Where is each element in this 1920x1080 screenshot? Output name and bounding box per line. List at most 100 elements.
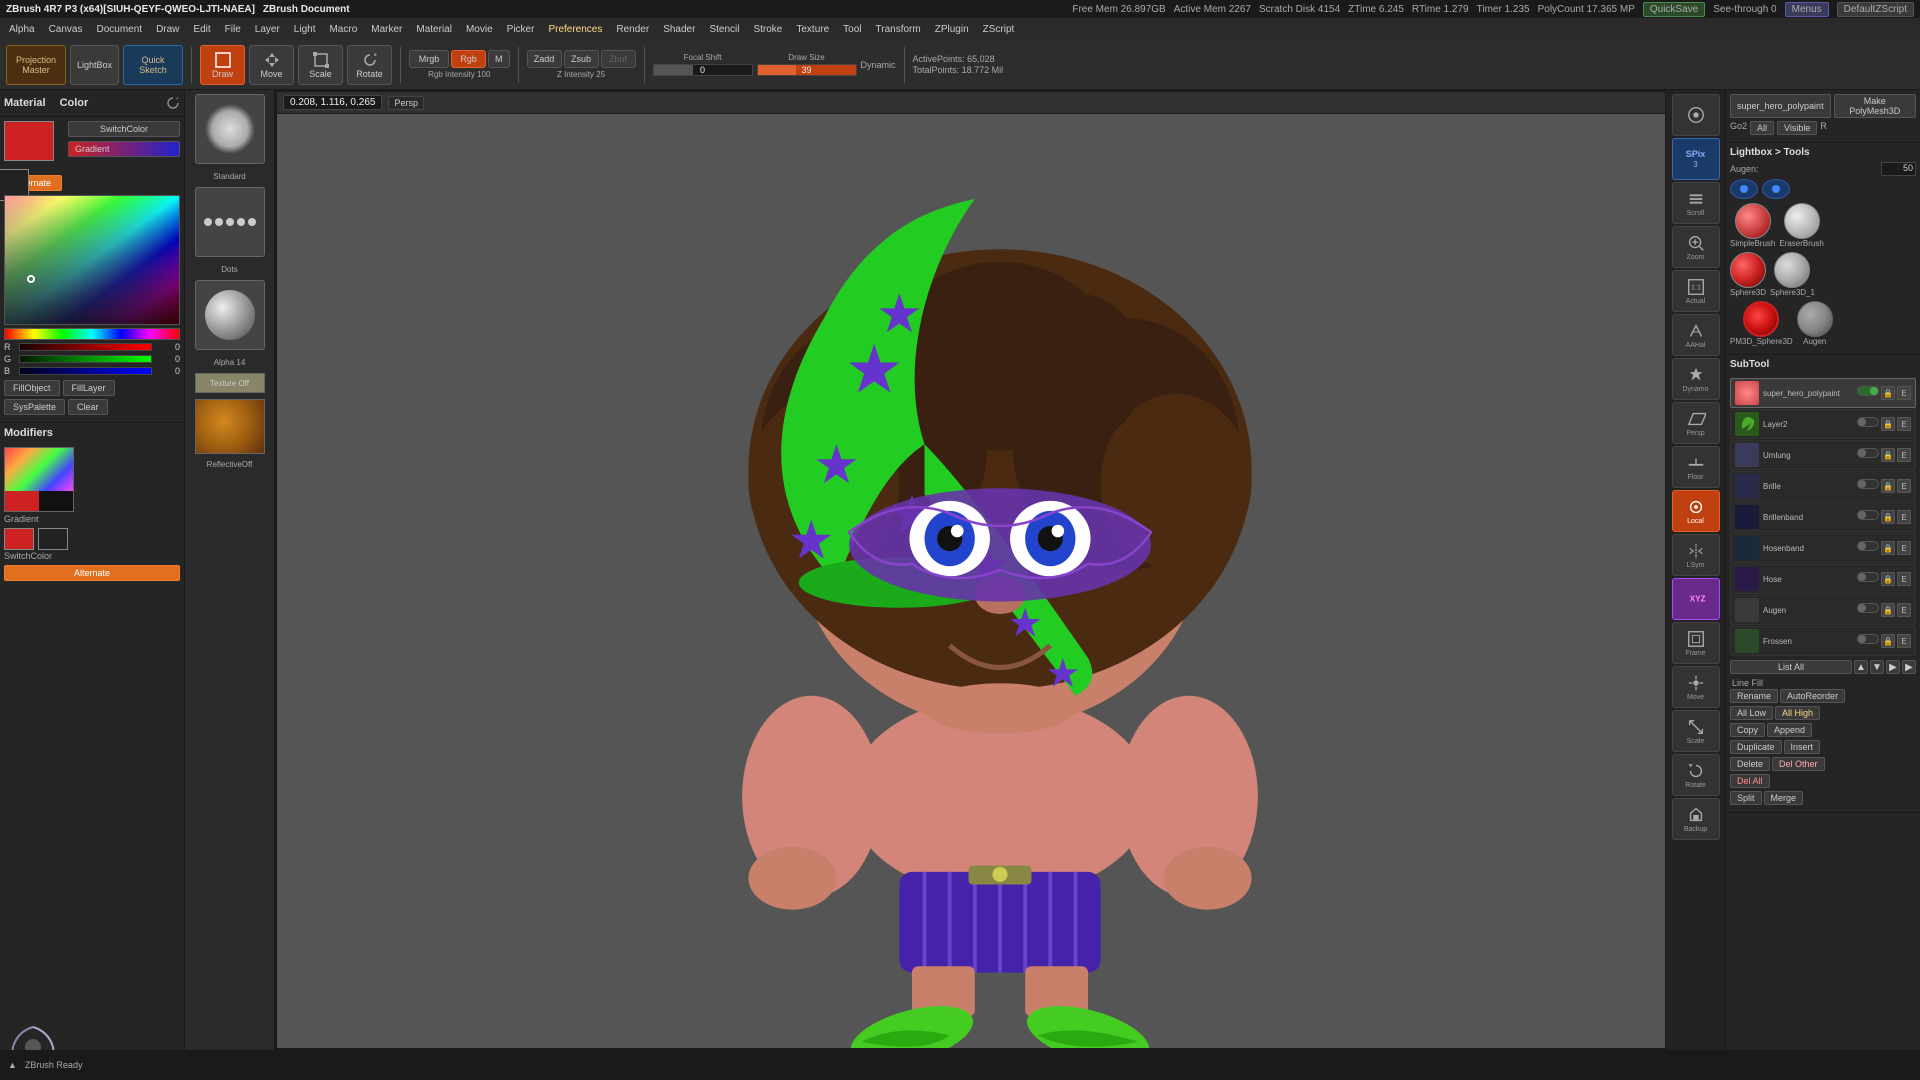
tool-scroll[interactable]: Scroll (1672, 182, 1720, 224)
tool-spix[interactable]: SPix 3 (1672, 138, 1720, 180)
subtool-lock-hosenband[interactable]: 🔒 (1881, 541, 1895, 555)
red-slider[interactable] (19, 343, 152, 351)
eye-btn-1[interactable] (1730, 179, 1758, 199)
subtool-e-layer2[interactable]: E (1897, 417, 1911, 431)
menu-zplugin[interactable]: ZPlugin (930, 22, 974, 37)
subtool-lock-brillenband[interactable]: 🔒 (1881, 510, 1895, 524)
tool-xyz[interactable]: XYZ (1672, 578, 1720, 620)
list-all-btn[interactable]: List All (1730, 660, 1852, 674)
subtool-item-hero[interactable]: super_hero_polypaint 🔒 E (1730, 378, 1916, 408)
list-right-arrow[interactable]: ▶ (1886, 660, 1900, 674)
subtool-lock-frossen[interactable]: 🔒 (1881, 634, 1895, 648)
color-picker[interactable] (4, 195, 180, 325)
reflective-texture[interactable] (195, 399, 265, 454)
focal-slider[interactable]: 0 (653, 64, 753, 76)
subtool-item-layer2[interactable]: Layer2 🔒 E (1730, 409, 1916, 439)
tool-rotate2[interactable]: Rotate (1672, 754, 1720, 796)
menu-transform[interactable]: Transform (871, 22, 926, 37)
tool-zoom[interactable]: Zoom (1672, 226, 1720, 268)
subtool-toggle-frossen[interactable] (1857, 634, 1879, 644)
tool-scale2[interactable]: Scale (1672, 710, 1720, 752)
subtool-toggle-umlung[interactable] (1857, 448, 1879, 458)
tool-standard[interactable] (1672, 94, 1720, 136)
list-up-arrow[interactable]: ▲ (1854, 660, 1868, 674)
subtool-item-augen[interactable]: Augen 🔒 E (1730, 595, 1916, 625)
tool-lsym[interactable]: LSym (1672, 534, 1720, 576)
canvas-area[interactable]: 0.208, 1.116, 0.265 Persp (275, 90, 1725, 1050)
zsub-btn[interactable]: Zsub (564, 50, 599, 68)
subtool-e-umlung[interactable]: E (1897, 448, 1911, 462)
augen2-sphere[interactable] (1797, 301, 1833, 337)
tool-floor[interactable]: Floor (1672, 446, 1720, 488)
draw-btn[interactable]: Draw (200, 45, 245, 85)
menu-marker[interactable]: Marker (366, 22, 407, 37)
move-btn[interactable]: Move (249, 45, 294, 85)
merge-btn[interactable]: Merge (1764, 791, 1804, 805)
menu-render[interactable]: Render (611, 22, 654, 37)
all-btn[interactable]: All (1750, 121, 1774, 135)
subtool-toggle-hosenband[interactable] (1857, 541, 1879, 551)
subtool-lock-layer2[interactable]: 🔒 (1881, 417, 1895, 431)
green-slider[interactable] (19, 355, 152, 363)
subtool-toggle-layer2[interactable] (1857, 417, 1879, 427)
m-btn[interactable]: M (488, 50, 510, 68)
hue-bar[interactable] (4, 328, 180, 340)
menu-alpha[interactable]: Alpha (4, 22, 40, 37)
menu-preferences[interactable]: Preferences (543, 22, 607, 37)
subtool-item-umlung[interactable]: Umlung 🔒 E (1730, 440, 1916, 470)
subtool-item-brillenband[interactable]: Brillenband 🔒 E (1730, 502, 1916, 532)
subtool-e-hosenband[interactable]: E (1897, 541, 1911, 555)
subtool-item-hosenband[interactable]: Hosenband 🔒 E (1730, 533, 1916, 563)
gradient-btn[interactable]: Gradient (68, 141, 180, 157)
quicksave-btn[interactable]: QuickSave (1643, 2, 1705, 17)
menus-btn[interactable]: Menus (1785, 2, 1829, 17)
foreground-color[interactable] (4, 121, 54, 161)
menu-light[interactable]: Light (289, 22, 321, 37)
sys-palette-btn[interactable]: SysPalette (4, 399, 65, 415)
projection-master-btn[interactable]: Projection Master (6, 45, 66, 85)
zscript-btn[interactable]: DefaultZScript (1837, 2, 1914, 17)
quick-sketch-btn[interactable]: Quick Sketch (123, 45, 183, 85)
menu-movie[interactable]: Movie (461, 22, 498, 37)
rgb-btn[interactable]: Rgb (451, 50, 486, 68)
pm3d-sphere[interactable] (1743, 301, 1779, 337)
delete-btn[interactable]: Delete (1730, 757, 1770, 771)
clear-btn[interactable]: Clear (68, 399, 108, 415)
subtool-e-brillenband[interactable]: E (1897, 510, 1911, 524)
menu-material[interactable]: Material (411, 22, 457, 37)
rotate-btn[interactable]: Rotate (347, 45, 392, 85)
subtool-lock-umlung[interactable]: 🔒 (1881, 448, 1895, 462)
subtool-lock-hero[interactable]: 🔒 (1881, 386, 1895, 400)
menu-edit[interactable]: Edit (188, 22, 215, 37)
subtool-toggle-brillenband[interactable] (1857, 510, 1879, 520)
lightbox-btn[interactable]: LightBox (70, 45, 119, 85)
sphere3d-sphere[interactable] (1730, 252, 1766, 288)
tool-local[interactable]: Local (1672, 490, 1720, 532)
make-polymesh-btn[interactable]: Make PolyMesh3D (1834, 94, 1916, 118)
menu-layer[interactable]: Layer (250, 22, 285, 37)
fill-object-btn[interactable]: FillObject (4, 380, 60, 396)
scale-btn[interactable]: Scale (298, 45, 343, 85)
menu-stroke[interactable]: Stroke (748, 22, 787, 37)
subtool-e-brille[interactable]: E (1897, 479, 1911, 493)
tool-move[interactable]: Move (1672, 666, 1720, 708)
subtool-toggle-augen[interactable] (1857, 603, 1879, 613)
subtool-toggle-brille[interactable] (1857, 479, 1879, 489)
subtool-lock-augen[interactable]: 🔒 (1881, 603, 1895, 617)
subtool-item-brille[interactable]: Brille 🔒 E (1730, 471, 1916, 501)
duplicate-btn[interactable]: Duplicate (1730, 740, 1782, 754)
subtool-lock-brille[interactable]: 🔒 (1881, 479, 1895, 493)
split-btn[interactable]: Split (1730, 791, 1762, 805)
draw-size-slider[interactable]: 39 (757, 64, 857, 76)
switch-color-btn[interactable]: SwitchColor (68, 121, 180, 137)
menu-document[interactable]: Document (91, 22, 147, 37)
subtool-item-frossen[interactable]: Frossen 🔒 E (1730, 626, 1916, 656)
subtool-e-frossen[interactable]: E (1897, 634, 1911, 648)
tool-frame[interactable]: Frame (1672, 622, 1720, 664)
menu-picker[interactable]: Picker (502, 22, 540, 37)
menu-file[interactable]: File (220, 22, 246, 37)
blue-slider[interactable] (19, 367, 152, 375)
del-other-btn[interactable]: Del Other (1772, 757, 1825, 771)
tool-dynamo[interactable]: Dynamo (1672, 358, 1720, 400)
menu-zscript[interactable]: ZScript (978, 22, 1020, 37)
